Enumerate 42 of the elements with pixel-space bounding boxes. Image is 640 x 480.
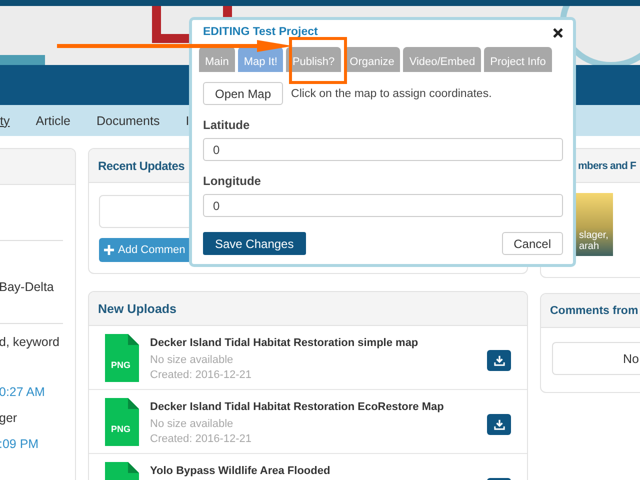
nav-link[interactable]: Article xyxy=(36,114,70,128)
card-title: Comments from xyxy=(550,304,638,316)
member-photo[interactable]: slager, arah xyxy=(573,193,613,256)
file-name: Decker Island Tidal Habitat Restoration EcoRestore Map xyxy=(150,401,445,413)
open-map-button[interactable]: Open Map xyxy=(203,82,284,105)
file-name: Decker Island Tidal Habitat Restoration simple map xyxy=(150,337,420,349)
field-label: Latitude xyxy=(203,118,251,132)
hint-text: Click on the map to assign coordinates. xyxy=(291,88,492,100)
download-icon xyxy=(494,355,504,366)
info-text: Bay-Delta xyxy=(0,280,54,294)
member-name: arah xyxy=(579,241,600,252)
input-field[interactable]: 0 xyxy=(203,194,563,217)
file-date: Created: 2016-12-21 xyxy=(150,432,253,447)
card-title: New Uploads xyxy=(98,302,176,316)
download-button[interactable] xyxy=(487,350,511,371)
field-label: Longitude xyxy=(203,174,262,188)
download-button[interactable] xyxy=(487,414,511,435)
tab[interactable]: Map It! xyxy=(238,47,284,72)
card-title: mbers and F xyxy=(578,160,636,172)
file-size: No size available xyxy=(150,417,234,432)
save-button[interactable]: Save Changes xyxy=(203,232,306,255)
highlight-frame xyxy=(289,37,347,84)
card-title: Recent Updates xyxy=(98,158,184,172)
dialog-title: EDITING Test Project xyxy=(203,26,318,39)
empty-message: No xyxy=(623,352,639,366)
nav-link[interactable]: ty xyxy=(0,114,10,128)
input-field[interactable]: 0 xyxy=(203,138,563,161)
cancel-button[interactable]: Cancel xyxy=(502,232,563,255)
member-name: slager, xyxy=(579,230,610,241)
close-icon[interactable] xyxy=(553,28,563,38)
nav-link[interactable]: Documents xyxy=(96,114,160,128)
file-size: No size available xyxy=(150,353,234,368)
plus-icon xyxy=(104,245,114,255)
nav-link[interactable]: I xyxy=(186,114,190,128)
download-icon xyxy=(494,419,504,430)
file-icon xyxy=(104,334,139,382)
file-name: Yolo Bypass Wildlife Area Flooded xyxy=(150,465,332,477)
date-link[interactable]: :09 PM xyxy=(0,437,39,451)
file-date: Created: 2016-12-21 xyxy=(150,368,253,383)
file-icon xyxy=(104,398,139,446)
file-type-label: PNG xyxy=(111,360,131,370)
file-type-label: PNG xyxy=(111,424,131,434)
